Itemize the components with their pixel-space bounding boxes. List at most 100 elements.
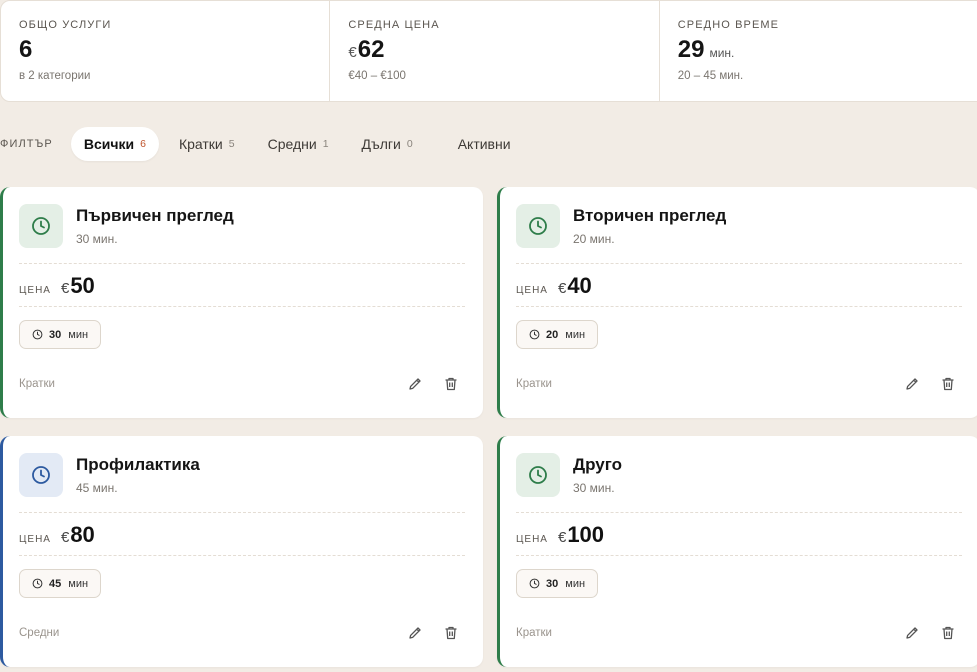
price-value: 40 <box>567 273 592 298</box>
stat-label: СРЕДНО ВРЕМЕ <box>677 19 780 31</box>
trash-icon <box>942 377 954 391</box>
pencil-icon <box>906 627 918 639</box>
stat-sub: €40 – €100 <box>348 70 406 82</box>
price-label: ЦЕНА <box>516 285 548 296</box>
stat-sub: 20 – 45 мин. <box>677 70 744 82</box>
clock-icon <box>19 453 63 497</box>
service-category: Кратки <box>516 627 552 639</box>
edit-button[interactable] <box>902 374 922 394</box>
divider <box>19 306 465 307</box>
service-title: Първичен преглед <box>76 206 234 225</box>
trash-icon <box>445 377 457 391</box>
duration-pill: 30 мин <box>516 569 599 598</box>
currency-symbol: € <box>60 529 70 546</box>
pencil-icon <box>409 378 421 390</box>
stat-value: 6 <box>19 36 33 63</box>
stat-total-services: ОБЩО УСЛУГИ 6 в 2 категории <box>1 1 331 101</box>
divider <box>19 555 465 556</box>
price-value: 80 <box>70 522 95 547</box>
service-card[interactable]: Вторичен преглед 20 мин. ЦЕНА € 40 20 ми… <box>497 187 977 418</box>
clock-icon <box>19 204 63 248</box>
duration-pill: 45 мин <box>19 569 102 598</box>
edit-button[interactable] <box>405 623 425 643</box>
filter-label: ФИЛТЪР <box>0 138 53 150</box>
service-category: Средни <box>19 627 60 639</box>
filter-chip-short[interactable]: Кратки 5 <box>166 127 248 161</box>
chip-count: 5 <box>228 138 235 150</box>
price-row: ЦЕНА € 80 <box>19 522 95 548</box>
price-row: ЦЕНА € 40 <box>516 273 592 299</box>
chip-count: 6 <box>140 138 146 150</box>
chip-label: Дълги <box>361 136 401 152</box>
price-row: ЦЕНА € 100 <box>516 522 604 548</box>
service-card[interactable]: Друго 30 мин. ЦЕНА € 100 30 мин Кратки <box>497 436 977 667</box>
duration-unit: мин <box>565 328 586 341</box>
currency-symbol: € <box>60 280 70 297</box>
stats-bar: ОБЩО УСЛУГИ 6 в 2 категории СРЕДНА ЦЕНА … <box>0 0 977 102</box>
delete-button[interactable] <box>441 623 461 643</box>
stat-unit: мин. <box>709 46 735 60</box>
price-row: ЦЕНА € 50 <box>19 273 95 299</box>
chip-count: 1 <box>322 138 329 150</box>
price-value: 100 <box>567 522 605 547</box>
clock-icon <box>529 578 540 589</box>
stat-sub: в 2 категории <box>19 70 91 82</box>
chip-label: Активни <box>457 136 511 152</box>
service-card[interactable]: Профилактика 45 мин. ЦЕНА € 80 45 мин Ср… <box>0 436 483 667</box>
price-label: ЦЕНА <box>516 534 548 545</box>
trash-icon <box>942 626 954 640</box>
duration-unit: мин <box>68 577 89 590</box>
divider <box>19 512 465 513</box>
filter-chip-active[interactable]: Активни <box>445 127 524 161</box>
divider <box>516 555 962 556</box>
stat-average-time: СРЕДНО ВРЕМЕ 29 мин. 20 – 45 мин. <box>660 1 977 101</box>
stat-value: 29 <box>677 36 705 63</box>
service-title: Вторичен преглед <box>573 206 727 225</box>
clock-icon <box>32 329 43 340</box>
duration-value: 30 <box>49 328 62 341</box>
duration-pill: 30 мин <box>19 320 102 349</box>
filter-chip-medium[interactable]: Средни 1 <box>255 127 342 161</box>
duration-value: 30 <box>546 577 559 590</box>
price-label: ЦЕНА <box>19 534 51 545</box>
currency-symbol: € <box>348 44 357 61</box>
divider <box>516 306 962 307</box>
duration-pill: 20 мин <box>516 320 599 349</box>
stat-average-price: СРЕДНА ЦЕНА € 62 €40 – €100 <box>330 1 660 101</box>
chip-count: 0 <box>406 138 413 150</box>
service-duration: 30 мин. <box>573 481 615 495</box>
price-value: 50 <box>70 273 95 298</box>
delete-button[interactable] <box>938 374 958 394</box>
filter-bar: ФИЛТЪР Всички 6 Кратки 5 Средни 1 Дълги … <box>0 127 531 161</box>
currency-symbol: € <box>557 529 567 546</box>
duration-unit: мин <box>68 328 89 341</box>
currency-symbol: € <box>557 280 567 297</box>
clock-icon <box>32 578 43 589</box>
duration-unit: мин <box>565 577 586 590</box>
service-category: Кратки <box>516 378 552 390</box>
service-duration: 20 мин. <box>573 232 615 246</box>
pencil-icon <box>409 627 421 639</box>
service-category: Кратки <box>19 378 55 390</box>
chip-label: Средни <box>267 136 317 152</box>
clock-icon <box>516 453 560 497</box>
divider <box>19 263 465 264</box>
delete-button[interactable] <box>441 374 461 394</box>
stat-label: СРЕДНА ЦЕНА <box>348 19 440 31</box>
chip-label: Кратки <box>178 136 223 152</box>
duration-value: 45 <box>49 577 62 590</box>
divider <box>516 512 962 513</box>
service-card[interactable]: Първичен преглед 30 мин. ЦЕНА € 50 30 ми… <box>0 187 483 418</box>
edit-button[interactable] <box>902 623 922 643</box>
duration-value: 20 <box>546 328 559 341</box>
clock-icon <box>516 204 560 248</box>
delete-button[interactable] <box>938 623 958 643</box>
stat-label: ОБЩО УСЛУГИ <box>19 19 112 31</box>
pencil-icon <box>906 378 918 390</box>
filter-chip-long[interactable]: Дълги 0 <box>349 127 426 161</box>
filter-chip-all[interactable]: Всички 6 <box>70 127 159 161</box>
price-label: ЦЕНА <box>19 285 51 296</box>
stat-value: 62 <box>357 36 385 63</box>
edit-button[interactable] <box>405 374 425 394</box>
service-title: Профилактика <box>76 455 200 474</box>
